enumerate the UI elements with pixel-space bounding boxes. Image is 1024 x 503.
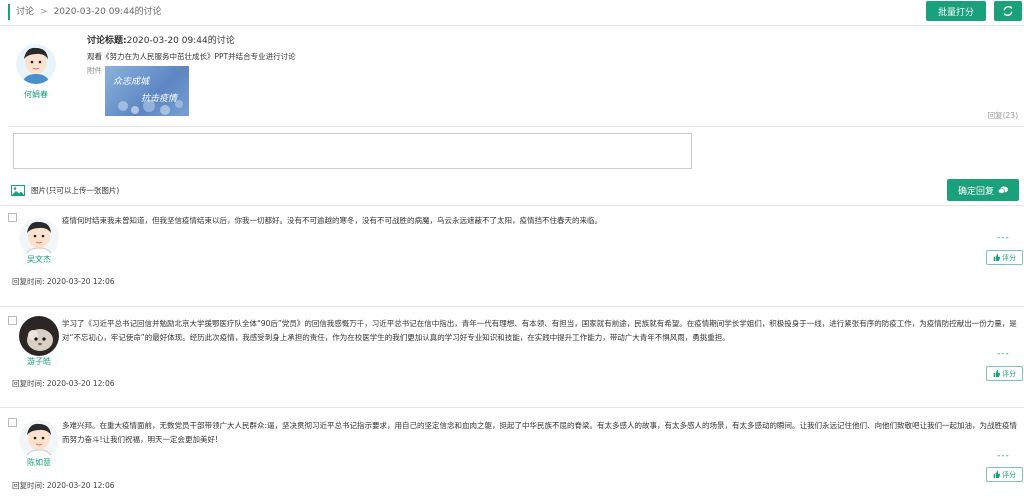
- image-upload[interactable]: 图片(只可以上传一张图片): [11, 185, 119, 196]
- rate-button[interactable]: 评分: [986, 366, 1023, 381]
- refresh-icon: [1003, 6, 1013, 16]
- reply-dashes: ---: [997, 451, 1010, 461]
- reply-text: 学习了《习近平总书记回信并勉励北京大学援鄂医疗队全体“90后”党员》的回信我感慨…: [62, 319, 1017, 342]
- rate-button[interactable]: 评分: [986, 467, 1023, 482]
- breadcrumb-root[interactable]: 讨论: [16, 4, 34, 20]
- attachment-text-1: 众志成城: [113, 77, 150, 87]
- refresh-button[interactable]: [994, 1, 1022, 21]
- rate-label: 评分: [1002, 253, 1016, 262]
- reply-author-name[interactable]: 陈如意: [15, 457, 63, 468]
- attachment-label: 附件: [87, 66, 102, 75]
- reply-textarea[interactable]: [13, 133, 692, 169]
- comment-icon: [998, 186, 1008, 194]
- reply-text: 疫情何时结束我未曾知道，但我坚信疫情结束以后，你我一切都好。没有不可逾越的寒冬，…: [62, 216, 602, 225]
- reply-dashes: ---: [997, 233, 1010, 243]
- form-divider: [0, 205, 1024, 206]
- reply-author-name[interactable]: 吴文杰: [15, 254, 63, 265]
- topic-author-name[interactable]: 何娟春: [12, 89, 60, 100]
- topic-title: 讨论标题:2020-03-20 09:44的讨论: [87, 33, 235, 46]
- avatar: [19, 316, 59, 356]
- thumbs-up-icon: [993, 370, 1000, 377]
- topic-title-value: 2020-03-20 09:44的讨论: [126, 36, 235, 46]
- topic-title-label: 讨论标题:: [87, 36, 127, 46]
- attachment-text-2: 抗击疫情: [141, 94, 178, 104]
- submit-reply-label: 确定回复: [957, 186, 994, 197]
- thumbs-up-icon: [993, 254, 1000, 261]
- attachment-image[interactable]: 众志成城 抗击疫情: [105, 66, 189, 116]
- rate-label: 评分: [1002, 470, 1016, 479]
- reply-dashes: ---: [997, 349, 1010, 359]
- reply-text: 多难兴邦。在重大疫情面前，无数党员干部带领广大人民群众:逼，坚决贯彻习近平总书记…: [62, 421, 1018, 444]
- avatar: [19, 420, 59, 460]
- reply-divider: [0, 407, 1024, 408]
- image-icon: [11, 185, 25, 196]
- reply-time: 回复时间: 2020-03-20 12:06: [12, 481, 115, 490]
- breadcrumb-separator: >: [40, 7, 48, 17]
- reply-count[interactable]: 回复(23): [988, 110, 1018, 121]
- header-divider: [0, 25, 1024, 26]
- avatar: [16, 44, 56, 84]
- avatar: [19, 218, 59, 258]
- reply-time: 回复时间: 2020-03-20 12:06: [12, 379, 115, 388]
- topic-divider: [8, 126, 1024, 127]
- submit-reply-button[interactable]: 确定回复: [947, 179, 1019, 201]
- rate-label: 评分: [1002, 369, 1016, 378]
- batch-score-label: 批量打分: [937, 7, 974, 18]
- image-upload-hint: 图片(只可以上传一张图片): [31, 186, 120, 195]
- reply-author-name[interactable]: 游子皓: [15, 356, 63, 367]
- reply-time: 回复时间: 2020-03-20 12:06: [12, 277, 115, 286]
- reply-checkbox[interactable]: [8, 316, 17, 325]
- topic-description: 观看《努力在为人民服务中茁壮成长》PPT并结合专业进行讨论: [87, 52, 296, 61]
- reply-checkbox[interactable]: [8, 418, 17, 427]
- breadcrumb-current: 2020-03-20 09:44的讨论: [53, 7, 162, 17]
- thumbs-up-icon: [993, 471, 1000, 478]
- reply-divider: [0, 306, 1024, 307]
- reply-checkbox[interactable]: [8, 213, 17, 222]
- batch-score-button[interactable]: 批量打分: [926, 1, 986, 21]
- breadcrumb: 讨论 > 2020-03-20 09:44的讨论: [8, 4, 162, 20]
- rate-button[interactable]: 评分: [986, 250, 1023, 265]
